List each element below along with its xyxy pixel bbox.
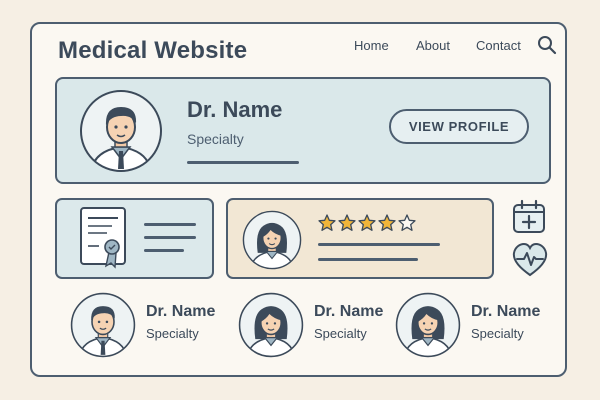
doctor-name: Dr. Name (146, 303, 216, 320)
doctor-card[interactable]: Dr. Name Specialty (238, 292, 398, 362)
certificate-icon (80, 207, 126, 269)
star-icon (398, 214, 416, 231)
certificate-text-line (144, 223, 196, 226)
review-card[interactable] (226, 198, 494, 279)
site-title: Medical Website (58, 37, 248, 64)
doctor-name: Dr. Name (471, 303, 541, 320)
doctor-avatar (238, 292, 304, 358)
doctor-card[interactable]: Dr. Name Specialty (70, 292, 230, 362)
divider-line (187, 161, 299, 164)
doctor-avatar (79, 89, 163, 173)
star-icon (338, 214, 356, 231)
doctor-name: Dr. Name (314, 303, 384, 320)
star-rating (318, 214, 418, 234)
search-icon[interactable] (537, 35, 557, 55)
calendar-plus-icon[interactable] (511, 199, 547, 235)
heart-pulse-icon[interactable] (511, 242, 549, 278)
nav-contact-link[interactable]: Contact (476, 38, 521, 53)
view-profile-button[interactable]: VIEW PROFILE (389, 109, 529, 144)
doctor-card[interactable]: Dr. Name Specialty (395, 292, 555, 362)
doctor-specialty: Specialty (314, 326, 367, 341)
doctor-avatar (70, 292, 136, 358)
certificate-text-line (144, 236, 196, 239)
doctor-specialty: Specialty (471, 326, 524, 341)
nav-about-link[interactable]: About (416, 38, 450, 53)
featured-doctor-specialty: Specialty (187, 131, 244, 147)
featured-doctor-name: Dr. Name (187, 97, 283, 122)
reviewer-avatar (242, 210, 302, 270)
featured-doctor-card: Dr. Name Specialty VIEW PROFILE (55, 77, 551, 184)
certificate-text-line (144, 249, 184, 252)
doctor-avatar (395, 292, 461, 358)
review-text-line (318, 258, 418, 261)
doctor-specialty: Specialty (146, 326, 199, 341)
star-icon (358, 214, 376, 231)
review-text-line (318, 243, 440, 246)
nav-home-link[interactable]: Home (354, 38, 389, 53)
certificate-card[interactable] (55, 198, 214, 279)
browser-window: Medical Website Home About Contact Dr. N… (30, 22, 567, 377)
star-icon (378, 214, 396, 231)
star-icon (318, 214, 336, 231)
